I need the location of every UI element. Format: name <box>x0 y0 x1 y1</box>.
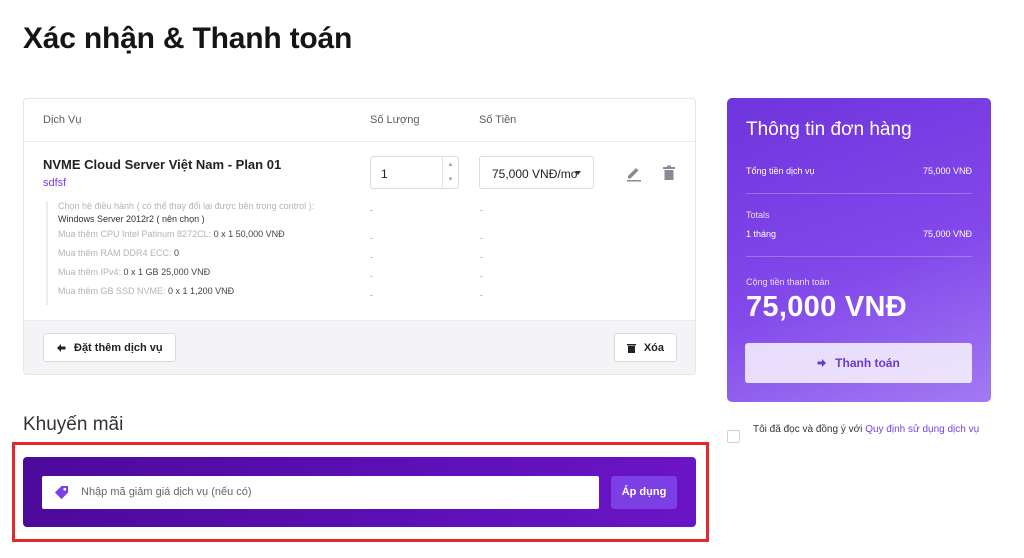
arrow-left-icon <box>57 343 66 352</box>
terms-link[interactable]: Quy định sử dụng dịch vụ <box>865 424 979 435</box>
detail-row: Mua thêm CPU Intel Patinum 8272CL: 0 x 1… <box>58 229 646 248</box>
detail-label: Chọn hệ điều hành ( có thể thay đổi lại … <box>58 201 315 211</box>
billing-cycle-value: 75,000 VNĐ/mo <box>492 167 578 181</box>
detail-row: Mua thêm GB SSD NVME: 0 x 1 1,200 VNĐ - … <box>58 286 646 305</box>
detail-value: 0 <box>174 248 180 258</box>
summary-title: Thông tin đơn hàng <box>746 119 912 140</box>
detail-value: 0 x 1 1,200 VNĐ <box>168 286 235 296</box>
grand-total-value: 75,000 VNĐ <box>746 291 907 323</box>
checkout-label: Thanh toán <box>835 356 900 370</box>
column-service: Dịch Vụ <box>43 114 82 126</box>
divider <box>746 193 972 194</box>
detail-value: 0 x 1 50,000 VNĐ <box>213 229 285 239</box>
add-service-label: Đặt thêm dịch vụ <box>74 341 163 354</box>
quantity-spinner[interactable]: ▴ ▾ <box>442 157 458 188</box>
promo-code-input[interactable]: Nhập mã giảm giá dịch vụ (nếu có) <box>42 476 599 509</box>
product-details: Chọn hệ điều hành ( có thể thay đổi lại … <box>46 201 646 305</box>
promo-code-placeholder[interactable]: Nhập mã giảm giá dịch vụ (nếu có) <box>81 486 252 498</box>
cart-card: Dịch Vụ Số Lượng Số Tiền NVME Cloud Serv… <box>23 98 696 375</box>
period-value: 75,000 VNĐ <box>922 229 972 239</box>
detail-label: Mua thêm CPU Intel Patinum 8272CL: <box>58 229 212 239</box>
detail-value: 0 x 1 GB 25,000 VNĐ <box>123 267 211 277</box>
detail-label: Mua thêm RAM DDR4 ECC: <box>58 248 172 258</box>
trash-icon[interactable] <box>660 164 678 182</box>
detail-qty: - <box>370 290 373 300</box>
order-summary: Thông tin đơn hàng Tổng tiền dịch vụ 75,… <box>727 98 991 402</box>
detail-price: - <box>480 290 483 300</box>
service-total-row: Tổng tiền dịch vụ 75,000 VNĐ <box>746 166 972 176</box>
column-price: Số Tiền <box>479 114 517 126</box>
service-total-value: 75,000 VNĐ <box>922 166 972 176</box>
delete-label: Xóa <box>643 341 664 354</box>
detail-price: - <box>480 252 483 262</box>
product-subtitle: sdfsf <box>43 177 67 189</box>
caret-down-icon <box>575 171 581 175</box>
apply-promo-button[interactable]: Áp dụng <box>611 476 677 509</box>
quantity-stepper[interactable]: 1 ▴ ▾ <box>370 156 459 189</box>
promo-title: Khuyến mãi <box>23 414 124 435</box>
quantity-value[interactable]: 1 <box>381 167 388 181</box>
period-label: 1 tháng <box>746 229 777 239</box>
tag-icon <box>54 485 69 500</box>
cart-footer: Đặt thêm dịch vụ Xóa <box>24 320 695 374</box>
detail-row: Mua thêm RAM DDR4 ECC: 0 - - <box>58 248 646 267</box>
trash-icon <box>626 343 636 353</box>
totals-label: Totals <box>746 210 770 220</box>
detail-label: Mua thêm IPv4: <box>58 267 122 277</box>
column-quantity: Số Lượng <box>370 114 420 126</box>
detail-qty: - <box>370 233 373 243</box>
divider <box>746 256 972 257</box>
cart-header: Dịch Vụ Số Lượng Số Tiền <box>24 99 695 142</box>
detail-price: - <box>480 233 483 243</box>
add-service-button[interactable]: Đặt thêm dịch vụ <box>43 333 176 362</box>
detail-qty: - <box>370 205 373 215</box>
delete-button[interactable]: Xóa <box>613 333 677 362</box>
detail-row: Chọn hệ điều hành ( có thể thay đổi lại … <box>58 201 646 229</box>
detail-value: Windows Server 2012r2 ( nên chọn ) <box>58 214 205 224</box>
detail-qty: - <box>370 252 373 262</box>
detail-row: Mua thêm IPv4: 0 x 1 GB 25,000 VNĐ - - <box>58 267 646 286</box>
product-name: NVME Cloud Server Việt Nam - Plan 01 <box>43 157 282 172</box>
page-title: Xác nhận & Thanh toán <box>23 22 353 55</box>
detail-label: Mua thêm GB SSD NVME: <box>58 286 166 296</box>
arrow-right-icon <box>817 359 827 367</box>
billing-cycle-select[interactable]: 75,000 VNĐ/mo <box>479 156 594 189</box>
period-row: 1 tháng 75,000 VNĐ <box>746 229 972 239</box>
detail-price: - <box>480 205 483 215</box>
service-total-label: Tổng tiền dịch vụ <box>746 166 815 176</box>
spin-down-icon[interactable]: ▾ <box>443 172 458 187</box>
pencil-icon[interactable] <box>625 164 643 182</box>
checkout-button[interactable]: Thanh toán <box>745 343 972 383</box>
detail-price: - <box>480 271 483 281</box>
terms-text: Tôi đã đọc và đồng ý với Quy định sử dụn… <box>753 422 989 438</box>
grand-total-label: Cộng tiền thanh toán <box>746 277 830 287</box>
promo-bar: Nhập mã giảm giá dịch vụ (nếu có) Áp dụn… <box>23 457 696 527</box>
terms-text-label: Tôi đã đọc và đồng ý với <box>753 424 866 435</box>
spin-up-icon[interactable]: ▴ <box>443 157 458 172</box>
terms-checkbox[interactable] <box>727 430 740 443</box>
detail-qty: - <box>370 271 373 281</box>
